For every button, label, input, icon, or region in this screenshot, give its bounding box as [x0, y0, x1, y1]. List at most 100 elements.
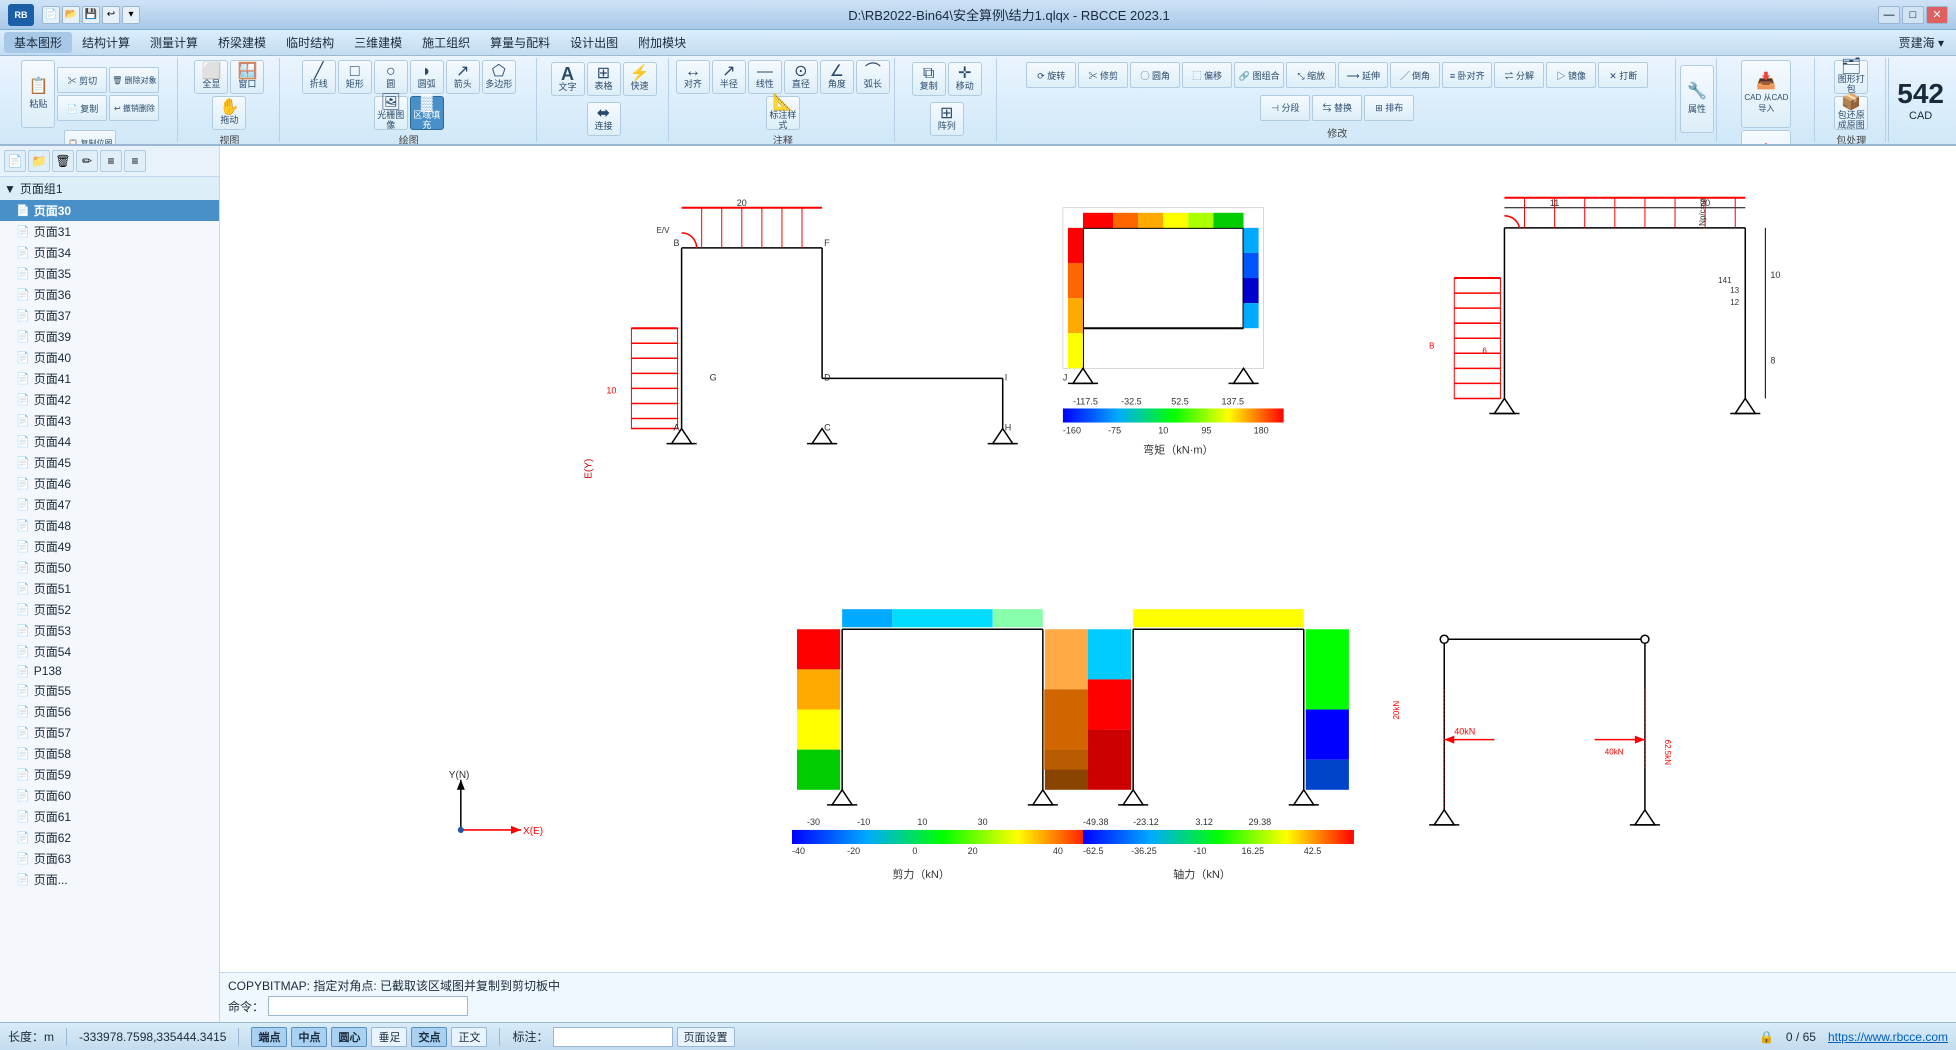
rect-btn[interactable]: □矩形 [338, 60, 372, 94]
pan-btn[interactable]: ✋拖动 [212, 96, 246, 130]
copy-btn[interactable]: 📄 复制 [57, 95, 107, 121]
menu-bridge[interactable]: 桥梁建模 [208, 32, 276, 53]
undo-delete-btn[interactable]: ↩ 撤销删除 [109, 95, 159, 121]
align2-btn[interactable]: ≡ 卧对齐 [1442, 62, 1492, 88]
snap-endpoint[interactable]: 端点 [251, 1027, 287, 1047]
page-item-more[interactable]: 📄页面... [0, 869, 219, 890]
page-item-57[interactable]: 📄页面57 [0, 722, 219, 743]
linear-btn[interactable]: —线性 [748, 60, 782, 94]
fillet-btn[interactable]: ◯ 圆角 [1130, 62, 1180, 88]
copy-bitmap-btn[interactable]: 📋 复制位图 [64, 130, 116, 146]
page-item-49[interactable]: 📄页面49 [0, 536, 219, 557]
text-btn[interactable]: A文字 [551, 62, 585, 96]
new-file-btn[interactable]: 📄 [42, 6, 60, 24]
quick-btn[interactable]: ⚡快速 [623, 62, 657, 96]
break-btn[interactable]: ✕ 打断 [1598, 62, 1648, 88]
page-item-54[interactable]: 📄页面54 [0, 641, 219, 662]
rotate-btn[interactable]: ⟳ 旋转 [1026, 62, 1076, 88]
group-btn[interactable]: 🔗 图组合 [1234, 62, 1284, 88]
arc-btn[interactable]: ◗圆弧 [410, 60, 444, 94]
page-item-40[interactable]: 📄页面40 [0, 347, 219, 368]
connect-btn[interactable]: ⬌连接 [587, 102, 621, 136]
import-cad-btn[interactable]: 📥 CAD 从CAD导入 [1741, 60, 1791, 128]
annotation-input[interactable] [553, 1027, 673, 1047]
replace-btn[interactable]: ⇆ 替换 [1312, 95, 1362, 121]
snap-circle-center[interactable]: 圆心 [331, 1027, 367, 1047]
page-item-46[interactable]: 📄页面46 [0, 473, 219, 494]
cut-btn[interactable]: ✂ 剪切 [57, 67, 107, 93]
circle-btn[interactable]: ○圆 [374, 60, 408, 94]
menu-temp-structure[interactable]: 临时结构 [276, 32, 344, 53]
page-item-60[interactable]: 📄页面60 [0, 785, 219, 806]
undo-btn[interactable]: ↩ [102, 6, 120, 24]
scale-btn[interactable]: ⤡ 缩放 [1286, 62, 1336, 88]
page-item-50[interactable]: 📄页面50 [0, 557, 219, 578]
maximize-btn[interactable]: □ [1902, 6, 1924, 24]
polyline-btn[interactable]: ╱折线 [302, 60, 336, 94]
sidebar-align-btn[interactable]: ≡ [100, 150, 122, 172]
sidebar-align2-btn[interactable]: ≡ [124, 150, 146, 172]
page-item-47[interactable]: 📄页面47 [0, 494, 219, 515]
menu-measurement[interactable]: 测量计算 [140, 32, 208, 53]
menu-design[interactable]: 设计出图 [560, 32, 628, 53]
page-item-55[interactable]: 📄页面55 [0, 680, 219, 701]
raster-btn[interactable]: 🖼光栅图像 [374, 96, 408, 130]
more-btn[interactable]: ▾ [122, 6, 140, 24]
page-item-35[interactable]: 📄页面35 [0, 263, 219, 284]
properties-btn[interactable]: 🔧 属性 [1680, 65, 1714, 133]
snap-midpoint[interactable]: 中点 [291, 1027, 327, 1047]
page-item-58[interactable]: 📄页面58 [0, 743, 219, 764]
angle-btn[interactable]: ∠角度 [820, 60, 854, 94]
polygon-btn[interactable]: ⬠多边形 [482, 60, 516, 94]
page-item-41[interactable]: 📄页面41 [0, 368, 219, 389]
page-item-48[interactable]: 📄页面48 [0, 515, 219, 536]
page-item-52[interactable]: 📄页面52 [0, 599, 219, 620]
explode-btn[interactable]: ⇌ 分解 [1494, 62, 1544, 88]
radius-btn[interactable]: ↗半径 [712, 60, 746, 94]
canvas-area[interactable]: E(Y) 10 [220, 146, 1956, 1022]
full-view-btn[interactable]: ⬜全显 [194, 60, 228, 94]
diameter-btn[interactable]: ⊙直径 [784, 60, 818, 94]
extend-btn[interactable]: ⟶ 延伸 [1338, 62, 1388, 88]
snap-intersection[interactable]: 交点 [411, 1027, 447, 1047]
fill-btn[interactable]: ▓区域填充 [410, 96, 444, 130]
copy2-btn[interactable]: ⧉复制 [912, 62, 946, 96]
page-item-59[interactable]: 📄页面59 [0, 764, 219, 785]
page-item-31[interactable]: 📄页面31 [0, 221, 219, 242]
page-item-63[interactable]: 📄页面63 [0, 848, 219, 869]
trim-btn[interactable]: ✂ 修剪 [1078, 62, 1128, 88]
mirror-btn[interactable]: ▷ 镜像 [1546, 62, 1596, 88]
export-cad-btn[interactable]: 📤 CAD 导出到CAD [1741, 130, 1791, 146]
page-item-39[interactable]: 📄页面39 [0, 326, 219, 347]
page-item-43[interactable]: 📄页面43 [0, 410, 219, 431]
page-item-37[interactable]: 📄页面37 [0, 305, 219, 326]
minimize-btn[interactable]: — [1878, 6, 1900, 24]
page-item-62[interactable]: 📄页面62 [0, 827, 219, 848]
tree-group-header[interactable]: ▼ 页面组1 [0, 177, 219, 200]
pack-btn[interactable]: 🗂图形打包 [1834, 60, 1868, 94]
page-tree[interactable]: ▼ 页面组1 📄 页面30 📄页面31 📄页面34 📄页面35 📄页面36 📄页… [0, 177, 219, 1022]
dim-style-btn[interactable]: 📐标注样式 [766, 96, 800, 130]
page-settings-btn[interactable]: 页面设置 [677, 1027, 735, 1047]
offset-btn[interactable]: ⬚ 偏移 [1182, 62, 1232, 88]
snap-perpendicular[interactable]: 垂足 [371, 1027, 407, 1047]
array-btn[interactable]: ⊞阵列 [930, 102, 964, 136]
sidebar-new-btn[interactable]: 📄 [4, 150, 26, 172]
move-btn[interactable]: ✛移动 [948, 62, 982, 96]
save-btn[interactable]: 💾 [82, 6, 100, 24]
page-item-p138[interactable]: 📄P138 [0, 662, 219, 680]
arrange-btn[interactable]: ⊞ 排布 [1364, 95, 1414, 121]
page-item-42[interactable]: 📄页面42 [0, 389, 219, 410]
page-item-30[interactable]: 📄 页面30 [0, 200, 219, 221]
arrow-btn[interactable]: ↗箭头 [446, 60, 480, 94]
sidebar-open-btn[interactable]: 📁 [28, 150, 50, 172]
arc-length-btn[interactable]: ⌒弧长 [856, 60, 890, 94]
paste-btn[interactable]: 📋 粘贴 [21, 60, 55, 128]
window-view-btn[interactable]: 🪟窗口 [230, 60, 264, 94]
page-item-53[interactable]: 📄页面53 [0, 620, 219, 641]
menu-basic-shapes[interactable]: 基本图形 [4, 32, 72, 53]
page-item-51[interactable]: 📄页面51 [0, 578, 219, 599]
menu-structural-calc[interactable]: 结构计算 [72, 32, 140, 53]
align-dim-btn[interactable]: ↔对齐 [676, 60, 710, 94]
sidebar-delete-btn[interactable]: 🗑 [52, 150, 74, 172]
